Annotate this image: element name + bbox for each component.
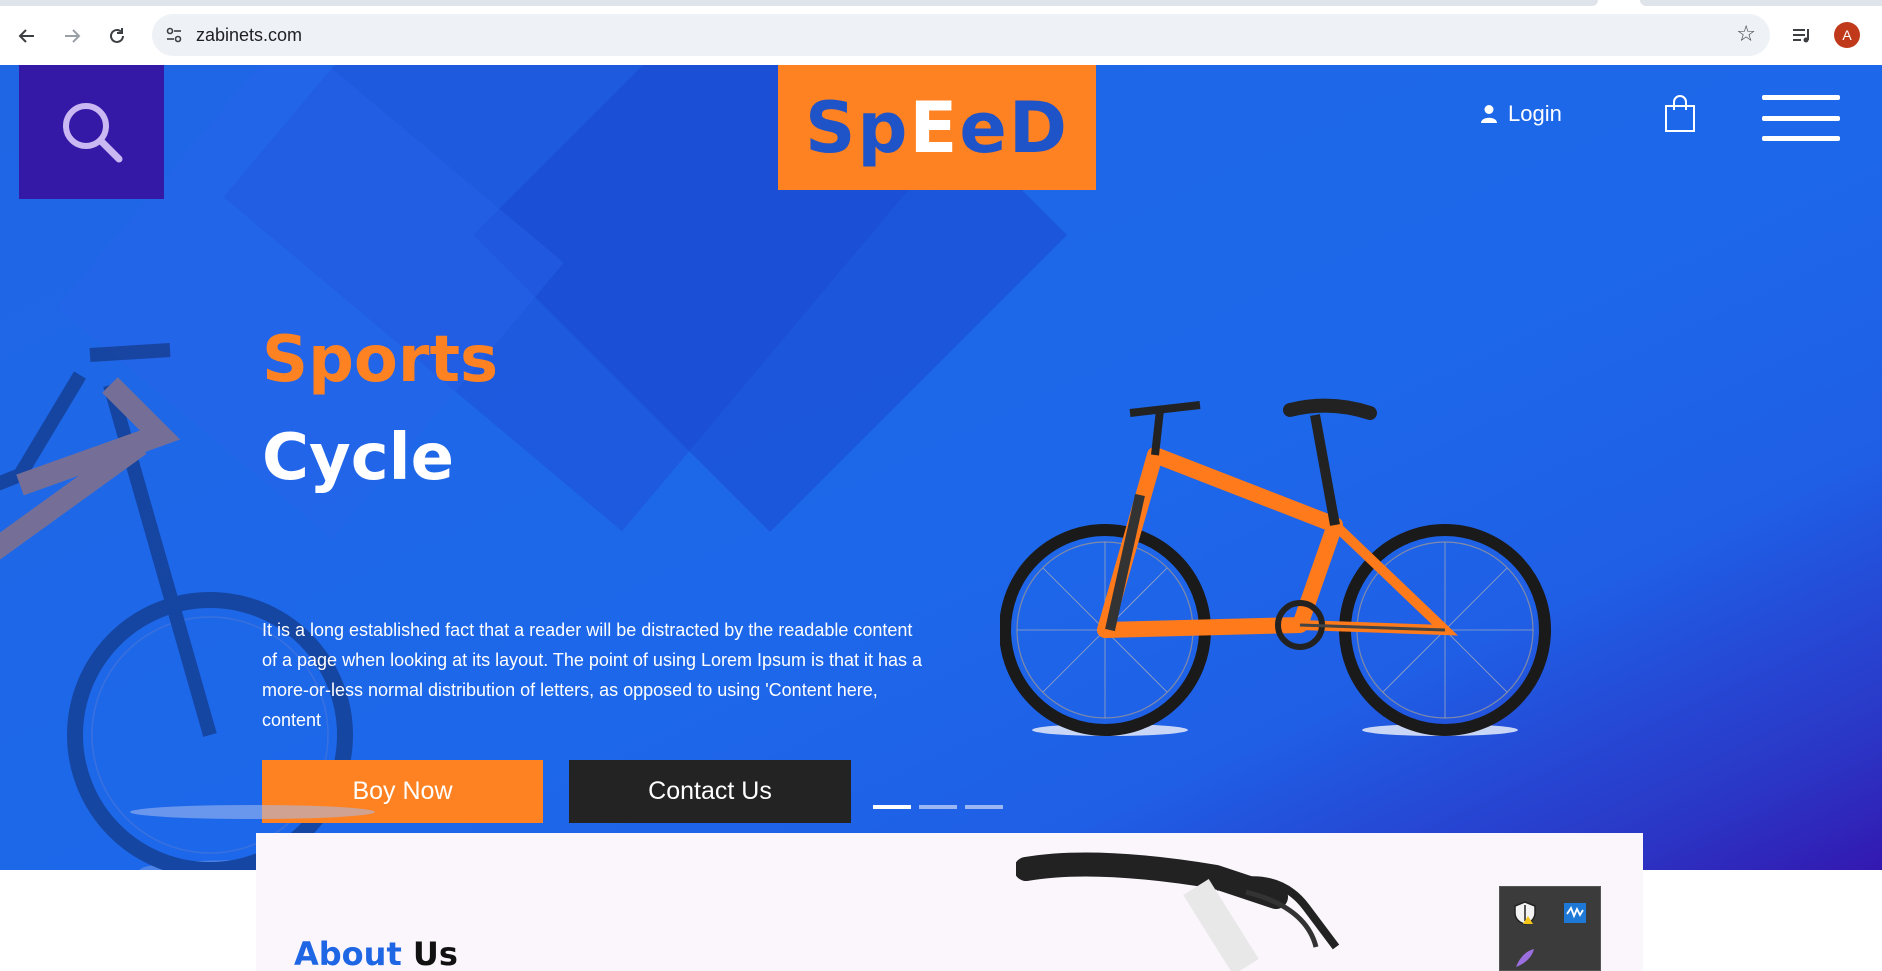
- slide-indicator-1[interactable]: [873, 805, 911, 809]
- shopping-bag-icon[interactable]: [1664, 95, 1696, 133]
- reload-icon[interactable]: [101, 20, 133, 52]
- slide-indicator-2[interactable]: [919, 805, 957, 809]
- feather-app-icon[interactable]: [1512, 945, 1538, 971]
- orange-bike-image: [1000, 398, 1551, 736]
- inactive-tab-edge[interactable]: [1640, 0, 1882, 6]
- search-button[interactable]: [19, 65, 164, 199]
- handlebar-image: [1016, 852, 1340, 971]
- hero-banner: SpEeD Login Sports Cycle It is a long es…: [0, 65, 1882, 870]
- active-tab-edge[interactable]: [0, 0, 1598, 6]
- bookmark-star-icon[interactable]: ☆: [1736, 22, 1756, 47]
- search-icon: [62, 103, 122, 163]
- tab-strip: [0, 0, 1882, 6]
- media-control-icon[interactable]: [1786, 20, 1818, 52]
- address-bar[interactable]: zabinets.com ☆: [152, 14, 1770, 56]
- browser-toolbar: zabinets.com ☆ A: [0, 0, 1882, 65]
- about-section: About Us: [256, 833, 1643, 971]
- login-link[interactable]: Login: [1480, 101, 1562, 127]
- system-tray-popup: [1499, 886, 1601, 971]
- forward-icon[interactable]: [56, 20, 88, 52]
- slide-indicator-3[interactable]: [965, 805, 1003, 809]
- hero-title-sports: Sports: [262, 323, 499, 397]
- site-info-icon[interactable]: [162, 23, 186, 47]
- security-shield-icon[interactable]: [1512, 900, 1538, 926]
- contact-us-button[interactable]: Contact Us: [569, 760, 851, 823]
- slider-indicators: [873, 805, 1003, 809]
- url-text[interactable]: zabinets.com: [196, 25, 302, 46]
- menu-hamburger-icon[interactable]: [1762, 95, 1840, 141]
- user-icon: [1481, 105, 1497, 123]
- about-title: About Us: [294, 935, 458, 971]
- monitor-app-icon[interactable]: [1562, 900, 1588, 926]
- login-label: Login: [1508, 101, 1562, 126]
- bike-shadow: [130, 805, 375, 819]
- site-logo[interactable]: SpEeD: [778, 65, 1096, 190]
- hero-title-cycle: Cycle: [262, 421, 454, 495]
- hero-description: It is a long established fact that a rea…: [262, 620, 923, 730]
- profile-avatar[interactable]: A: [1834, 22, 1860, 48]
- back-icon[interactable]: [11, 20, 43, 52]
- logo-text: SpEeD: [805, 86, 1069, 169]
